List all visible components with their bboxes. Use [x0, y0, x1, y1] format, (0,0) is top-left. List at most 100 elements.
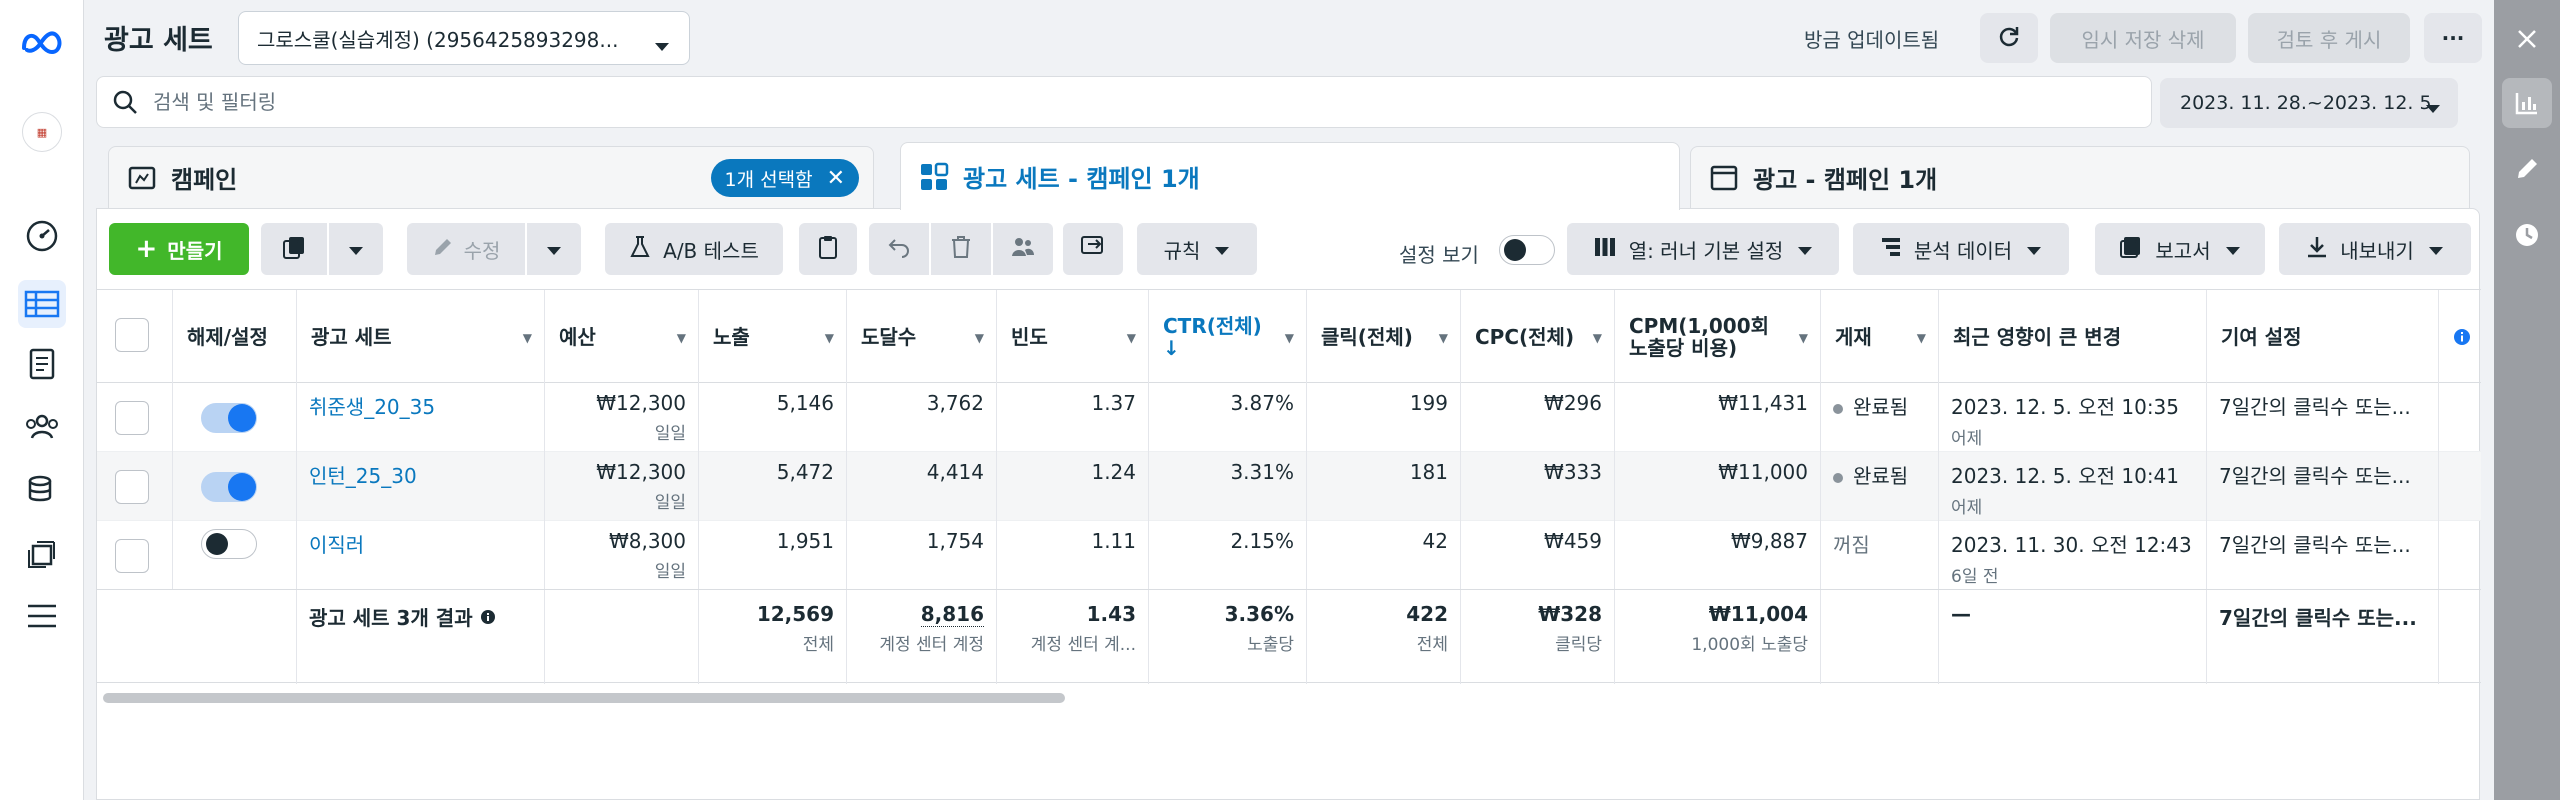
edit-dropdown[interactable]: [527, 223, 581, 275]
audiences-icon[interactable]: [18, 402, 66, 450]
header-budget[interactable]: 예산 ▼: [545, 290, 699, 384]
export-button[interactable]: 내보내기: [2279, 223, 2471, 275]
account-selector[interactable]: 그로스쿨(실습계정) (2956425893298...: [238, 11, 690, 65]
rules-button[interactable]: 규칙: [1137, 223, 1257, 275]
edit-button[interactable]: 수정: [407, 223, 525, 275]
impressions-cell: 5,146: [699, 383, 847, 452]
breakdown-icon: [1880, 236, 1902, 263]
tab-adsets[interactable]: 광고 세트 - 캠페인 1개: [900, 142, 1680, 210]
reports-button[interactable]: 보고서: [2095, 223, 2265, 275]
catalog-stack-icon[interactable]: [18, 530, 66, 578]
share-users-button[interactable]: [993, 223, 1053, 275]
row-checkbox-cell: [97, 452, 173, 521]
tab-ads[interactable]: 광고 - 캠페인 1개: [1690, 146, 2470, 208]
dashboard-gauge-icon[interactable]: [18, 212, 66, 260]
meta-logo-icon[interactable]: [18, 18, 66, 66]
header-attribution[interactable]: 기여 설정: [2207, 290, 2439, 384]
date-range-picker[interactable]: 2023. 11. 28.~2023. 12. 5.: [2160, 78, 2458, 128]
summary-row: 광고 세트 3개 결과 12,569 전체 8,816 계정 센터 계정 1.43 계…: [97, 589, 2481, 684]
refresh-button[interactable]: [1980, 13, 2038, 63]
billing-coins-icon[interactable]: [18, 466, 66, 514]
delivery-status: 꺼짐: [1833, 533, 1870, 557]
close-icon[interactable]: [2502, 14, 2552, 64]
undo-button[interactable]: [869, 223, 929, 275]
columns-button[interactable]: 열: 러너 기본 설정: [1567, 223, 1839, 275]
select-all-checkbox[interactable]: [115, 318, 149, 352]
adset-name-link[interactable]: 이직러: [309, 533, 364, 557]
rules-label: 규칙: [1163, 238, 1201, 263]
summary-delivery-cell: [1821, 590, 1939, 684]
adset-toggle[interactable]: [201, 529, 257, 559]
row-checkbox[interactable]: [115, 470, 149, 504]
reach-cell: 4,414: [847, 452, 997, 521]
view-settings-toggle[interactable]: [1499, 235, 1555, 265]
adset-toggle[interactable]: [201, 472, 257, 502]
discard-drafts-button[interactable]: 임시 저장 삭제: [2050, 13, 2236, 63]
search-input[interactable]: [153, 90, 2053, 114]
adset-name-link[interactable]: 취준생_20_35: [309, 395, 435, 419]
sort-caret-icon: ▼: [1126, 331, 1136, 345]
toggle-knob: [228, 404, 256, 432]
chart-icon[interactable]: [2502, 78, 2552, 128]
all-tools-menu-icon[interactable]: [18, 592, 66, 640]
adset-name-cell: 인턴_25_30: [297, 452, 545, 521]
tab-campaigns[interactable]: 캠페인 1개 선택함 ✕: [108, 146, 874, 208]
compare-button[interactable]: [1063, 223, 1123, 275]
duplicate-button[interactable]: [261, 223, 327, 275]
header-cpm[interactable]: CPM(1,000회 노출당 비용) ▼: [1615, 290, 1821, 384]
header-ctr[interactable]: CTR(전체) ↓ ▼: [1149, 290, 1307, 384]
close-icon[interactable]: ✕: [827, 166, 845, 191]
header-reach-label: 도달수: [861, 325, 917, 349]
recent-change-cell: 2023. 12. 5. 오전 10:35 어제: [1939, 383, 2207, 452]
header-ctr-label: CTR(전체): [1163, 314, 1262, 338]
selected-count-label: 1개 선택함: [724, 168, 813, 191]
review-publish-button[interactable]: 검토 후 게시: [2248, 13, 2410, 63]
header-delivery[interactable]: 게재 ▼: [1821, 290, 1939, 384]
cpm-cell: ₩11,000: [1615, 452, 1821, 521]
search-bar[interactable]: [96, 76, 2152, 128]
clipboard-button[interactable]: [799, 223, 857, 275]
ab-test-button[interactable]: A/B 테스트: [605, 223, 783, 275]
header-adset-name[interactable]: 광고 세트 ▼: [297, 290, 545, 384]
table-row[interactable]: 인턴_25_30 ₩12,300 일일 5,472 4,414 1.24 3.31…: [97, 452, 2481, 521]
delete-button[interactable]: [931, 223, 991, 275]
header-impressions[interactable]: 노출 ▼: [699, 290, 847, 384]
duplicate-dropdown[interactable]: [329, 223, 383, 275]
account-avatar[interactable]: ▦: [18, 108, 66, 156]
selected-count-pill[interactable]: 1개 선택함 ✕: [710, 159, 859, 197]
more-options-button[interactable]: ···: [2424, 13, 2482, 63]
header-recent-change[interactable]: 최근 영향이 큰 변경: [1939, 290, 2207, 384]
table-row[interactable]: 취준생_20_35 ₩12,300 일일 5,146 3,762 1.37 3.8…: [97, 383, 2481, 452]
reach-cell: 1,754: [847, 521, 997, 590]
header-toggle[interactable]: 해제/설정: [173, 290, 297, 384]
clipboard-icon: [817, 234, 839, 265]
edit-button-label: 수정: [463, 238, 501, 263]
history-clock-icon[interactable]: [2502, 210, 2552, 260]
toggle-knob: [228, 473, 256, 501]
table-row[interactable]: 이직러 ₩8,300 일일 1,951 1,754 1.11 2.15% 42 ₩…: [97, 521, 2481, 590]
horizontal-scrollbar[interactable]: [103, 693, 1065, 703]
header-clicks[interactable]: 클릭(전체) ▼: [1307, 290, 1461, 384]
info-icon[interactable]: [2439, 290, 2481, 384]
header-reach[interactable]: 도달수 ▼: [847, 290, 997, 384]
edit-pencil-icon[interactable]: [2502, 144, 2552, 194]
create-button[interactable]: + 만들기: [109, 223, 249, 275]
breakdown-button[interactable]: 분석 데이터: [1853, 223, 2069, 275]
delivery-cell: 꺼짐: [1821, 521, 1939, 590]
edit-pencil-icon: [432, 236, 454, 263]
clicks-cell: 42: [1307, 521, 1461, 590]
recent-change-cell: 2023. 11. 30. 오전 12:43 6일 전: [1939, 521, 2207, 590]
table-header: 해제/설정 광고 세트 ▼ 예산 ▼ 노출 ▼ 도달수 ▼ 빈도 ▼ CTR(전체) ↓ ▼ …: [97, 289, 2481, 384]
summary-reach[interactable]: 8,816: [920, 602, 984, 627]
info-icon[interactable]: [480, 606, 496, 630]
row-checkbox[interactable]: [115, 539, 149, 573]
header-frequency[interactable]: 빈도 ▼: [997, 290, 1149, 384]
adset-name-link[interactable]: 인턴_25_30: [309, 464, 417, 488]
frequency-cell: 1.37: [997, 383, 1149, 452]
ads-manager-table-icon[interactable]: [18, 280, 66, 328]
adset-toggle[interactable]: [201, 403, 257, 433]
pages-icon[interactable]: [18, 340, 66, 388]
chevron-down-icon: [546, 237, 562, 261]
row-checkbox[interactable]: [115, 401, 149, 435]
header-cpc[interactable]: CPC(전체) ▼: [1461, 290, 1615, 384]
